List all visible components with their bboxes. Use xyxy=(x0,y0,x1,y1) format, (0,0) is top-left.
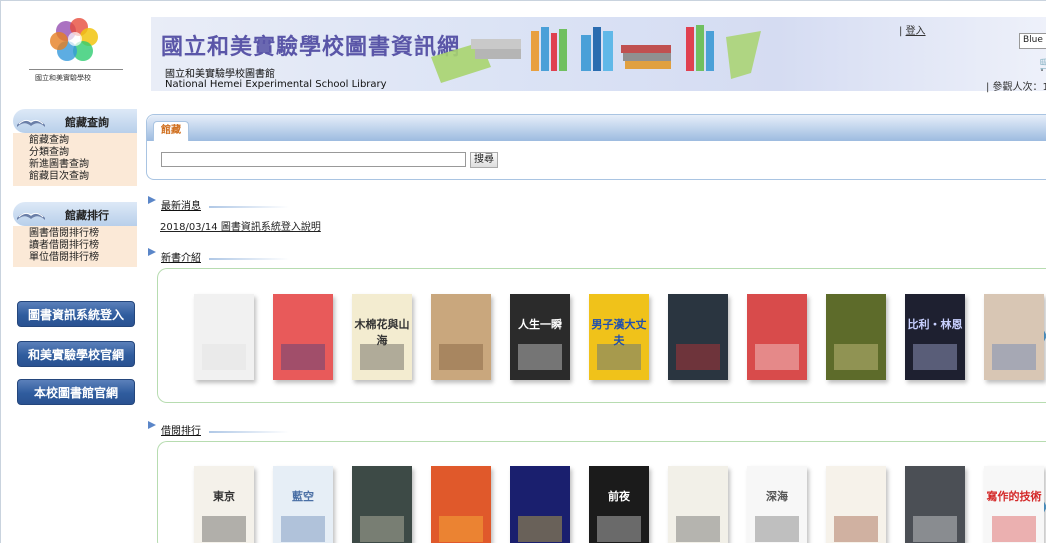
library-website-button[interactable]: 本校圖書館官網 xyxy=(17,379,135,405)
sidebar: 館藏查詢 館藏查詢 分類查詢 新進圖書查詢 館藏目次查詢 館藏排行 圖書借閱排行… xyxy=(1,109,137,405)
title-underline xyxy=(209,258,289,260)
book-cover[interactable]: 木棉花與山海 xyxy=(352,294,412,380)
title-underline xyxy=(209,431,289,433)
book-cover[interactable] xyxy=(747,294,807,380)
book-title: 比利・林恩 xyxy=(907,318,963,331)
sidebar-head-label: 館藏查詢 xyxy=(65,116,109,129)
cover-art xyxy=(597,516,641,542)
school-website-button[interactable]: 和美實驗學校官網 xyxy=(17,341,135,367)
cover-art xyxy=(518,344,562,370)
book-cover[interactable]: 人生一瞬 xyxy=(510,294,570,380)
book-title: 寫作的技術 xyxy=(986,490,1042,503)
book-title: 深海 xyxy=(766,490,788,503)
cover-art xyxy=(834,516,878,542)
sidebar-head-ranking: 館藏排行 xyxy=(13,202,137,226)
cover-art xyxy=(281,344,325,370)
school-logo[interactable]: 國立和美實驗學校 xyxy=(21,9,131,99)
book-cover[interactable] xyxy=(905,466,965,543)
book-cover[interactable] xyxy=(826,466,886,543)
open-book-icon xyxy=(17,119,45,127)
book-cover[interactable] xyxy=(668,294,728,380)
cover-art xyxy=(202,344,246,370)
book-title: 藍空 xyxy=(292,490,314,503)
visitor-counter: | 參觀人次：1 xyxy=(986,82,1046,93)
borrow-rank-carousel: 東京 藍空 前夜 深海 寫作的技術 xyxy=(157,441,1046,543)
book-title: 人生一瞬 xyxy=(518,318,562,331)
search-panel: 館藏 搜尋 xyxy=(146,114,1046,180)
book-cover[interactable] xyxy=(194,294,254,380)
sidebar-item-collection-search[interactable]: 館藏查詢 xyxy=(29,135,137,147)
book-title: 前夜 xyxy=(608,490,630,503)
borrow-rank-title[interactable]: 借閱排行 xyxy=(161,422,201,437)
library-name-en: National Hemei Experimental School Libra… xyxy=(165,79,387,90)
bullet-arrow-icon xyxy=(148,196,156,204)
bullet-arrow-icon xyxy=(148,421,156,429)
cover-art xyxy=(439,516,483,542)
search-input[interactable] xyxy=(161,152,466,167)
book-cover[interactable] xyxy=(984,294,1044,380)
cover-art xyxy=(992,516,1036,542)
cover-art xyxy=(992,344,1036,370)
book-cover[interactable] xyxy=(668,466,728,543)
collection-menu: 館藏查詢 分類查詢 新進圖書查詢 館藏目次查詢 xyxy=(13,133,137,186)
sidebar-item-reader-ranking[interactable]: 讀者借閱排行榜 xyxy=(29,240,137,252)
open-book-icon xyxy=(17,212,45,220)
cart-icon[interactable]: 🛒 xyxy=(1039,56,1046,72)
site-title: 國立和美實驗學校圖書資訊網 xyxy=(161,34,461,60)
book-title: 男子漢大丈夫 xyxy=(591,318,647,347)
sidebar-item-category-search[interactable]: 分類查詢 xyxy=(29,147,137,159)
book-cover[interactable]: 深海 xyxy=(747,466,807,543)
bullet-arrow-icon xyxy=(148,248,156,256)
book-title: 木棉花與山海 xyxy=(354,318,410,347)
news-title[interactable]: 最新消息 xyxy=(161,197,201,212)
cover-art xyxy=(913,344,957,370)
tab-collection[interactable]: 館藏 xyxy=(153,121,189,141)
search-button[interactable]: 搜尋 xyxy=(470,152,498,168)
sidebar-head-collection: 館藏查詢 xyxy=(13,109,137,133)
cover-art xyxy=(518,516,562,542)
library-name-zh: 國立和美實驗學校圖書館 xyxy=(165,69,275,80)
cover-art xyxy=(676,344,720,370)
login-link-wrap: | 登入 xyxy=(899,22,926,37)
search-tabbar: 館藏 xyxy=(147,115,1046,141)
new-books-title[interactable]: 新書介紹 xyxy=(161,249,201,264)
cover-art xyxy=(913,516,957,542)
cover-art xyxy=(834,344,878,370)
book-cover[interactable]: 比利・林恩 xyxy=(905,294,965,380)
cover-art xyxy=(755,344,799,370)
book-cover[interactable] xyxy=(510,466,570,543)
title-underline xyxy=(209,206,289,208)
book-cover[interactable]: 前夜 xyxy=(589,466,649,543)
book-cover[interactable]: 男子漢大丈夫 xyxy=(589,294,649,380)
ranking-menu: 圖書借閱排行榜 讀者借閱排行榜 單位借閱排行榜 xyxy=(13,226,137,267)
sidebar-head-label: 館藏排行 xyxy=(65,209,109,222)
book-cover[interactable] xyxy=(352,466,412,543)
cover-art xyxy=(360,516,404,542)
book-cover[interactable]: 寫作的技術 xyxy=(984,466,1044,543)
books-illustration xyxy=(431,25,761,83)
theme-select[interactable]: Blue xyxy=(1019,33,1046,49)
sidebar-item-book-ranking[interactable]: 圖書借閱排行榜 xyxy=(29,228,137,240)
book-cover[interactable] xyxy=(431,466,491,543)
sidebar-item-unit-ranking[interactable]: 單位借閱排行榜 xyxy=(29,252,137,264)
cover-art xyxy=(281,516,325,542)
book-cover[interactable] xyxy=(273,294,333,380)
book-cover[interactable] xyxy=(431,294,491,380)
sidebar-item-new-books-search[interactable]: 新進圖書查詢 xyxy=(29,159,137,171)
cover-art xyxy=(676,516,720,542)
cover-art xyxy=(202,516,246,542)
sidebar-item-toc-search[interactable]: 館藏目次查詢 xyxy=(29,171,137,183)
site-header: 國立和美實驗學校 國立和美實驗學校圖書資訊網 國立和美實驗學校圖書館 Natio… xyxy=(1,1,1046,106)
logo-text: 國立和美實驗學校 xyxy=(35,74,91,82)
cover-art xyxy=(439,344,483,370)
cover-art xyxy=(755,516,799,542)
news-item[interactable]: 2018/03/14 圖書資訊系統登入說明 xyxy=(160,218,321,233)
new-books-carousel: 木棉花與山海 人生一瞬 男子漢大丈夫 比利・林恩 xyxy=(157,268,1046,403)
book-cover[interactable]: 藍空 xyxy=(273,466,333,543)
book-cover[interactable] xyxy=(826,294,886,380)
book-cover[interactable]: 東京 xyxy=(194,466,254,543)
book-title: 東京 xyxy=(213,490,235,503)
library-system-login-button[interactable]: 圖書資訊系統登入 xyxy=(17,301,135,327)
login-link[interactable]: 登入 xyxy=(906,26,926,37)
